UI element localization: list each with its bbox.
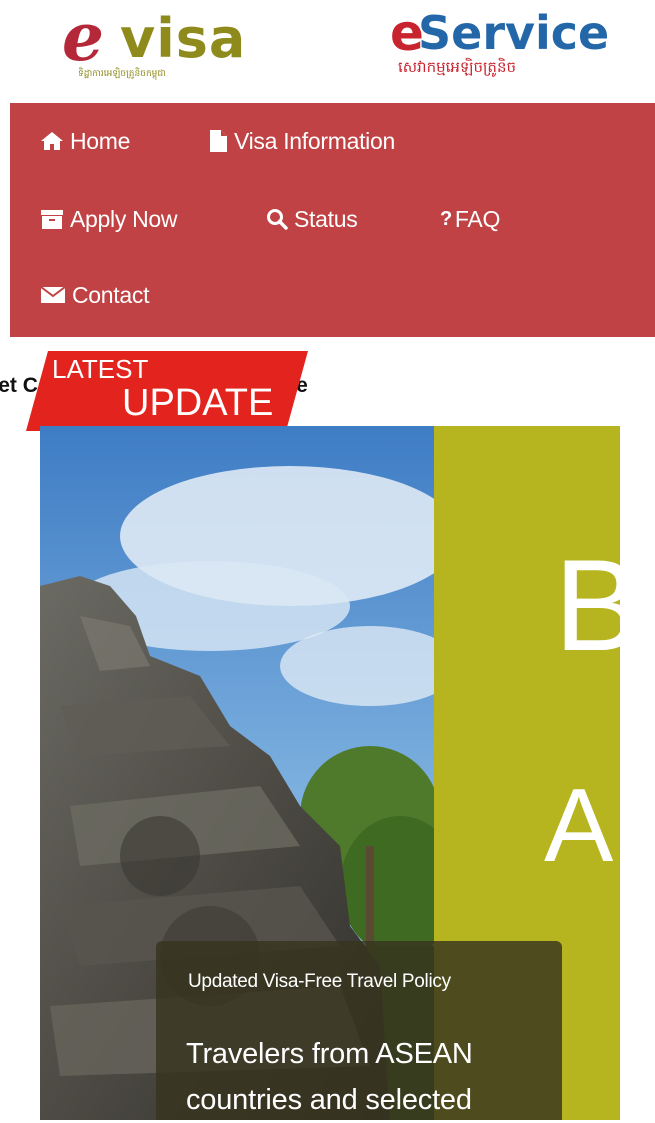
archive-icon	[40, 208, 64, 230]
main-nav: Home Visa Information Apply Now Status ?…	[10, 103, 655, 337]
search-icon	[266, 208, 288, 230]
hero-panel-letter-a: A	[544, 768, 614, 884]
evisa-logo-tagline: ទិដ្ឋាការអេឡិចត្រូនិចកម្ពុជា	[78, 68, 166, 78]
nav-item-home[interactable]: Home	[40, 121, 130, 161]
eservice-logo[interactable]: e Service សេវាកម្មអេឡិចត្រូនិច	[390, 4, 610, 84]
eservice-logo-tagline: សេវាកម្មអេឡិចត្រូនិច	[398, 59, 516, 76]
nav-label-apply-now: Apply Now	[70, 205, 178, 232]
nav-item-contact[interactable]: Contact	[40, 275, 149, 315]
badge-update-text: UPDATE	[122, 382, 274, 424]
badge-latest-text: LATEST	[52, 354, 149, 384]
eservice-logo-word: Service	[418, 6, 610, 60]
evisa-logo-e: e	[62, 0, 104, 76]
caption-title: Updated Visa-Free Travel Policy	[188, 971, 451, 992]
nav-item-faq[interactable]: ? FAQ	[440, 199, 500, 239]
evisa-logo-word: visa	[120, 7, 247, 70]
nav-label-contact: Contact	[72, 281, 150, 308]
home-icon	[40, 131, 64, 151]
nav-item-apply-now[interactable]: Apply Now	[40, 199, 178, 239]
nav-item-visa-information[interactable]: Visa Information	[208, 121, 395, 161]
document-icon	[208, 129, 228, 153]
nav-label-visa-information: Visa Information	[234, 127, 395, 154]
envelope-icon	[40, 285, 66, 305]
nav-label-home: Home	[70, 127, 131, 154]
nav-label-status: Status	[294, 205, 358, 232]
caption-body: Travelers from ASEAN countries and selec…	[186, 1038, 473, 1116]
evisa-logo[interactable]: e visa ទិដ្ឋាការអេឡិចត្រូនិចកម្ពុជា	[62, 4, 272, 84]
latest-update-badge: LATEST UPDATE	[26, 351, 308, 431]
nav-item-status[interactable]: Status	[266, 199, 358, 239]
header-logos: e visa ទិដ្ឋាការអេឡិចត្រូនិចកម្ពុជា e Se…	[0, 0, 655, 100]
hero-panel-letter-b: B	[554, 532, 620, 678]
question-icon: ?	[440, 207, 452, 230]
nav-label-faq: FAQ	[454, 205, 501, 232]
hero-caption[interactable]: Updated Visa-Free Travel Policy Traveler…	[156, 941, 562, 1120]
